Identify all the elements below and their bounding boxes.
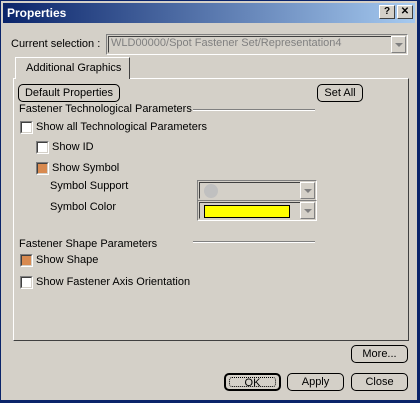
chevron-down-icon: [304, 209, 312, 213]
window-title: Properties: [7, 6, 67, 20]
show-shape-label: Show Shape: [36, 254, 99, 266]
chevron-down-icon: [304, 189, 312, 193]
chevron-down-icon: [395, 43, 403, 47]
tech-params-header: Fastener Technological Parameters: [19, 103, 192, 115]
current-selection-value: WLD00000/Spot Fastener Set/Representatio…: [111, 37, 342, 49]
tab-label: Additional Graphics: [26, 62, 122, 74]
color-swatch: [204, 205, 290, 218]
show-id-label: Show ID: [52, 141, 94, 153]
show-symbol-checkbox[interactable]: [36, 162, 49, 175]
tab-additional-graphics[interactable]: Additional Graphics: [15, 57, 130, 79]
default-properties-button[interactable]: Default Properties: [18, 84, 120, 102]
shape-params-header: Fastener Shape Parameters: [19, 238, 158, 250]
current-selection-label: Current selection :: [11, 38, 101, 50]
symbol-color-combo[interactable]: [197, 200, 317, 221]
apply-button[interactable]: Apply: [287, 373, 344, 391]
symbol-support-dropdown-button[interactable]: [300, 182, 315, 199]
show-symbol-label: Show Symbol: [52, 162, 120, 174]
show-axis-orientation-checkbox[interactable]: [20, 276, 33, 289]
help-icon: ?: [383, 6, 391, 17]
help-button[interactable]: ?: [379, 5, 395, 19]
symbol-color-dropdown-button[interactable]: [300, 202, 315, 219]
ok-button[interactable]: OK: [224, 373, 281, 391]
more-button[interactable]: More...: [351, 345, 408, 363]
symbol-circle-icon: [204, 184, 218, 198]
properties-dialog: Properties ? ✕ Current selection : WLD00…: [0, 0, 418, 401]
show-all-tech-params-checkbox[interactable]: [20, 121, 33, 134]
symbol-support-label: Symbol Support: [50, 180, 129, 192]
show-id-checkbox[interactable]: [36, 141, 49, 154]
close-button[interactable]: Close: [351, 373, 408, 391]
title-bar[interactable]: Properties ? ✕: [3, 3, 415, 23]
close-icon: ✕: [400, 6, 410, 17]
show-shape-checkbox[interactable]: [20, 254, 33, 267]
close-window-button[interactable]: ✕: [397, 5, 413, 19]
current-selection-combo[interactable]: WLD00000/Spot Fastener Set/Representatio…: [106, 34, 408, 55]
combo-dropdown-button[interactable]: [391, 36, 406, 53]
show-all-tech-params-label: Show all Technological Parameters: [36, 121, 207, 133]
divider: [193, 109, 315, 111]
show-axis-orientation-label: Show Fastener Axis Orientation: [36, 276, 191, 288]
set-all-button[interactable]: Set All: [317, 84, 363, 102]
divider: [193, 241, 315, 243]
symbol-support-combo[interactable]: [197, 180, 317, 201]
symbol-color-label: Symbol Color: [50, 201, 117, 213]
